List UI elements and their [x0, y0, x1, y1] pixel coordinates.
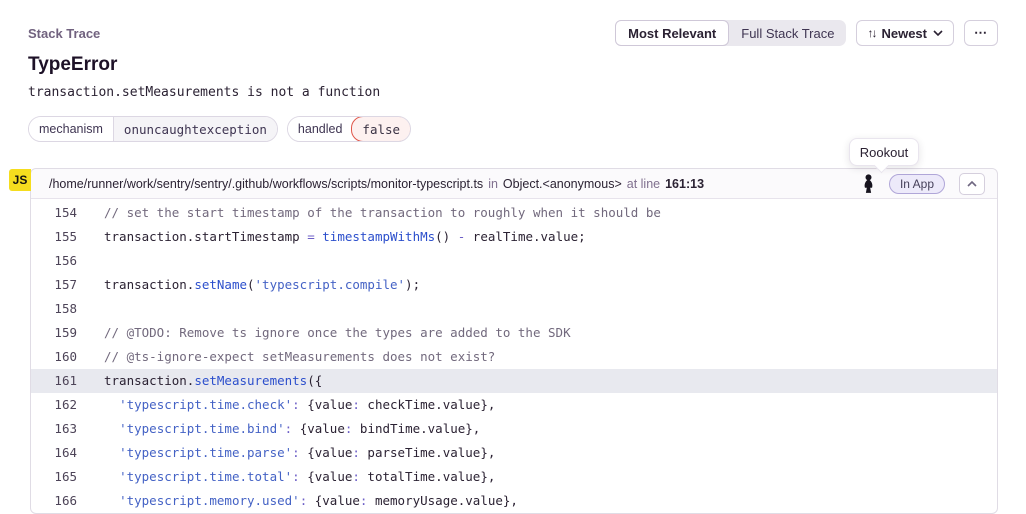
code-text: 'typescript.memory.used': {value: memory…	[77, 489, 518, 513]
sort-arrows-icon: ↑↓	[867, 26, 875, 40]
code-line: 159// @TODO: Remove ts ignore once the t…	[31, 321, 997, 345]
tab-full-stack-trace[interactable]: Full Stack Trace	[729, 20, 846, 46]
code-line: 158	[31, 297, 997, 321]
code-line: 162 'typescript.time.check': {value: che…	[31, 393, 997, 417]
line-number: 158	[31, 297, 77, 321]
tag-value: onuncaughtexception	[113, 117, 277, 141]
more-options-button[interactable]: ⋯	[964, 20, 998, 46]
frame-line-number: 161:13	[665, 177, 704, 191]
line-number: 161	[31, 369, 77, 393]
line-number: 163	[31, 417, 77, 441]
line-number: 156	[31, 249, 77, 273]
code-text: 'typescript.time.parse': {value: parseTi…	[77, 441, 495, 465]
collapse-frame-button[interactable]	[959, 173, 985, 195]
code-text: transaction.setMeasurements({	[77, 369, 322, 393]
tag-mechanism[interactable]: mechanism onuncaughtexception	[28, 116, 278, 142]
tag-value-alert: false	[351, 116, 411, 142]
frame-function-name: Object.<anonymous>	[503, 177, 622, 191]
code-text	[77, 249, 104, 273]
code-line: 157transaction.setName('typescript.compi…	[31, 273, 997, 297]
code-text: // @ts-ignore-expect setMeasurements doe…	[77, 345, 495, 369]
code-text: transaction.startTimestamp = timestampWi…	[77, 225, 586, 249]
frame-header[interactable]: /home/runner/work/sentry/sentry/.github/…	[31, 169, 997, 199]
frame-in-word: in	[488, 177, 498, 191]
in-app-badge: In App	[889, 174, 945, 194]
stack-trace-page: Stack Trace TypeError transaction.setMea…	[0, 0, 1026, 514]
line-number: 155	[31, 225, 77, 249]
line-number: 165	[31, 465, 77, 489]
frame-at-line-word: at line	[627, 177, 660, 191]
code-line-highlighted: 161transaction.setMeasurements({	[31, 369, 997, 393]
javascript-platform-icon: JS	[9, 169, 31, 191]
code-line: 155transaction.startTimestamp = timestam…	[31, 225, 997, 249]
line-number: 157	[31, 273, 77, 297]
code-line: 154// set the start timestamp of the tra…	[31, 201, 997, 225]
stack-frame: JS /home/runner/work/sentry/sentry/.gith…	[30, 168, 998, 514]
ellipsis-icon: ⋯	[974, 25, 988, 41]
code-line: 166 'typescript.memory.used': {value: me…	[31, 489, 997, 513]
line-number: 166	[31, 489, 77, 513]
sort-newest-dropdown[interactable]: ↑↓ Newest	[856, 20, 954, 46]
frame-file-path: /home/runner/work/sentry/sentry/.github/…	[49, 177, 483, 191]
code-text: transaction.setName('typescript.compile'…	[77, 273, 420, 297]
line-number: 154	[31, 201, 77, 225]
tag-key: mechanism	[29, 117, 113, 141]
code-text: 'typescript.time.bind': {value: bindTime…	[77, 417, 480, 441]
code-text: 'typescript.time.total': {value: totalTi…	[77, 465, 495, 489]
line-number: 164	[31, 441, 77, 465]
code-line: 160// @ts-ignore-expect setMeasurements …	[31, 345, 997, 369]
tag-handled[interactable]: handled false	[287, 116, 411, 142]
tab-most-relevant[interactable]: Most Relevant	[615, 20, 729, 46]
tag-key: handled	[288, 117, 353, 141]
chevron-down-icon	[933, 30, 943, 36]
trace-view-segmented-control: Most Relevant Full Stack Trace	[615, 20, 846, 46]
code-text: // @TODO: Remove ts ignore once the type…	[77, 321, 571, 345]
rookout-icon[interactable]	[861, 173, 876, 194]
rookout-tooltip: Rookout	[849, 138, 919, 166]
chevron-up-icon	[967, 181, 977, 187]
error-type-title: TypeError	[28, 54, 998, 76]
code-line: 165 'typescript.time.total': {value: tot…	[31, 465, 997, 489]
line-number: 160	[31, 345, 77, 369]
line-number: 162	[31, 393, 77, 417]
sort-label: Newest	[881, 26, 927, 41]
code-text	[77, 297, 104, 321]
code-line: 163 'typescript.time.bind': {value: bind…	[31, 417, 997, 441]
code-text: // set the start timestamp of the transa…	[77, 201, 661, 225]
source-code-context[interactable]: 154// set the start timestamp of the tra…	[31, 199, 997, 513]
code-line: 156	[31, 249, 997, 273]
code-line: 164 'typescript.time.parse': {value: par…	[31, 441, 997, 465]
code-text: 'typescript.time.check': {value: checkTi…	[77, 393, 495, 417]
error-message: transaction.setMeasurements is not a fun…	[28, 85, 998, 100]
stack-trace-toolbar: Most Relevant Full Stack Trace ↑↓ Newest…	[615, 20, 998, 46]
line-number: 159	[31, 321, 77, 345]
